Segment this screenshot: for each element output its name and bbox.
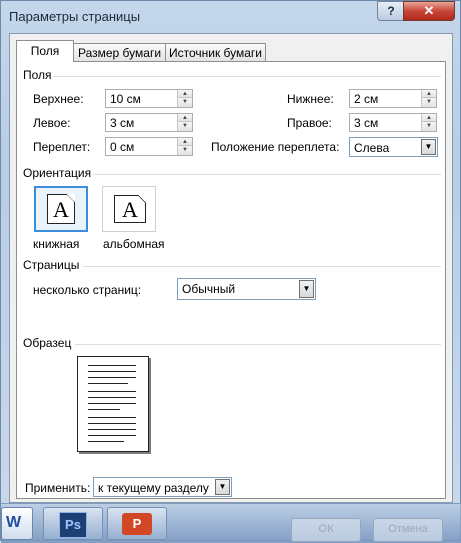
apply-value: к текущему разделу <box>98 481 209 495</box>
top-margin-label: Верхнее: <box>33 92 84 106</box>
margins-panel: Поля Верхнее: 10 см ▲ ▼ Нижнее: 2 см ▲ ▼ Л… <box>16 61 446 499</box>
bottom-margin-spinner[interactable]: 2 см ▲ ▼ <box>349 89 437 108</box>
landscape-label[interactable]: альбомная <box>103 237 165 251</box>
pages-section-label: Страницы <box>23 258 80 272</box>
top-margin-spinner[interactable]: 10 см ▲ ▼ <box>105 89 193 108</box>
spin-down-icon[interactable]: ▼ <box>177 146 192 155</box>
section-divider <box>75 344 441 345</box>
margins-section-label: Поля <box>23 68 52 82</box>
top-margin-value[interactable]: 10 см <box>110 92 141 106</box>
powerpoint-icon: P <box>122 513 152 535</box>
tab-paper-source[interactable]: Источник бумаги <box>165 43 266 61</box>
tab-paper-size[interactable]: Размер бумаги <box>73 43 166 61</box>
portrait-page-icon: A <box>47 194 75 224</box>
preview-section-label: Образец <box>23 336 72 350</box>
spin-down-icon[interactable]: ▼ <box>421 122 436 131</box>
dialog-body: Поля Размер бумаги Источник бумаги Поля … <box>9 33 453 503</box>
right-margin-label: Правое: <box>287 116 332 130</box>
spin-down-icon[interactable]: ▼ <box>177 98 192 107</box>
spin-up-icon[interactable]: ▲ <box>177 114 192 122</box>
left-margin-value[interactable]: 3 см <box>110 116 134 130</box>
section-divider <box>93 174 441 175</box>
gutter-value[interactable]: 0 см <box>110 140 134 154</box>
spin-up-icon[interactable]: ▲ <box>421 90 436 98</box>
landscape-button[interactable]: A <box>102 186 156 232</box>
spin-up-icon[interactable]: ▲ <box>177 90 192 98</box>
word-icon[interactable]: W <box>1 507 33 540</box>
page-setup-dialog: Параметры страницы ? ✕ Поля Размер бумаг… <box>0 0 461 543</box>
multiple-pages-select[interactable]: Обычный ▼ <box>177 278 316 300</box>
tab-margins[interactable]: Поля <box>16 40 74 62</box>
close-button[interactable]: ✕ <box>403 1 455 21</box>
right-margin-value[interactable]: 3 см <box>354 116 378 130</box>
cancel-button[interactable]: Отмена <box>373 518 443 542</box>
section-divider <box>83 266 441 267</box>
taskbar: W Ps P ОК Отмена <box>1 503 461 543</box>
chevron-down-icon[interactable]: ▼ <box>421 139 436 155</box>
orientation-section-label: Ориентация <box>23 166 92 180</box>
gutter-label: Переплет: <box>33 140 91 154</box>
multiple-pages-value: Обычный <box>182 282 236 296</box>
gutter-position-value: Слева <box>354 141 390 155</box>
powerpoint-taskbar-button[interactable]: P <box>107 507 167 540</box>
multiple-pages-label: несколько страниц: <box>33 283 142 297</box>
bottom-margin-value[interactable]: 2 см <box>354 92 378 106</box>
spin-down-icon[interactable]: ▼ <box>177 122 192 131</box>
gutter-position-select[interactable]: Слева ▼ <box>349 137 438 157</box>
dialog-title: Параметры страницы <box>9 9 141 24</box>
preview-page <box>77 356 149 452</box>
spin-up-icon[interactable]: ▲ <box>177 138 192 146</box>
apply-label: Применить: <box>25 481 91 495</box>
section-divider <box>53 76 441 77</box>
right-margin-spinner[interactable]: 3 см ▲ ▼ <box>349 113 437 132</box>
gutter-spinner[interactable]: 0 см ▲ ▼ <box>105 137 193 156</box>
title-bar[interactable]: Параметры страницы ? ✕ <box>1 1 460 33</box>
spin-down-icon[interactable]: ▼ <box>421 98 436 107</box>
apply-select[interactable]: к текущему разделу ▼ <box>93 477 232 497</box>
photoshop-icon: Ps <box>59 512 87 538</box>
left-margin-label: Левое: <box>33 116 71 130</box>
gutter-position-label: Положение переплета: <box>211 140 340 154</box>
bottom-margin-label: Нижнее: <box>287 92 334 106</box>
help-button[interactable]: ? <box>377 1 405 21</box>
spin-up-icon[interactable]: ▲ <box>421 114 436 122</box>
ok-button[interactable]: ОК <box>291 518 361 542</box>
landscape-page-icon: A <box>114 195 146 223</box>
portrait-button[interactable]: A <box>34 186 88 232</box>
chevron-down-icon[interactable]: ▼ <box>215 479 230 495</box>
portrait-label[interactable]: книжная <box>33 237 79 251</box>
chevron-down-icon[interactable]: ▼ <box>299 280 314 298</box>
left-margin-spinner[interactable]: 3 см ▲ ▼ <box>105 113 193 132</box>
photoshop-taskbar-button[interactable]: Ps <box>43 507 103 540</box>
